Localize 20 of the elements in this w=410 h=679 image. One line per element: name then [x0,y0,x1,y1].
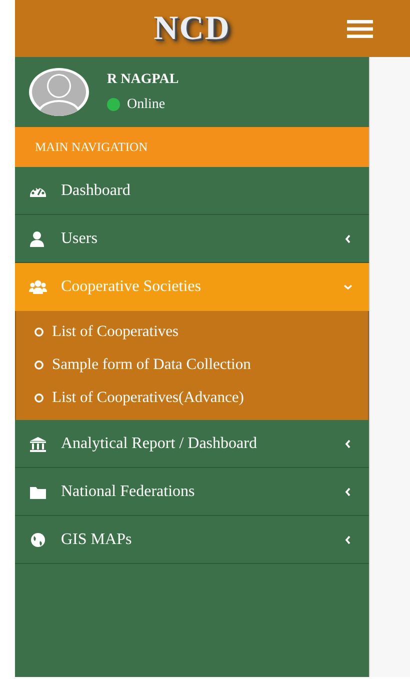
menu-item[interactable]: National Federations [15,468,369,516]
menu-item[interactable]: Dashboard [15,167,369,215]
menu-item[interactable]: Analytical Report / Dashboard [15,420,369,468]
avatar [29,67,89,117]
submenu-item[interactable]: List of Cooperatives(Advance) [16,381,368,414]
circle-icon [34,360,44,370]
user-name: R NAGPAL [107,71,179,89]
submenu-item[interactable]: List of Cooperatives [16,315,368,348]
circle-icon [34,392,44,402]
menu-item[interactable]: GIS MAPs [15,516,369,564]
bank-icon [29,436,47,452]
submenu-item[interactable]: Sample form of Data Collection [16,348,368,381]
logo: NCD [154,9,230,49]
globe-icon [29,532,47,548]
nav-heading: MAIN NAVIGATION [15,127,369,167]
users-icon [29,279,47,295]
circle-icon [34,326,44,336]
user-icon [29,230,47,246]
menu-icon [347,18,375,38]
user-status: Online [127,96,166,114]
